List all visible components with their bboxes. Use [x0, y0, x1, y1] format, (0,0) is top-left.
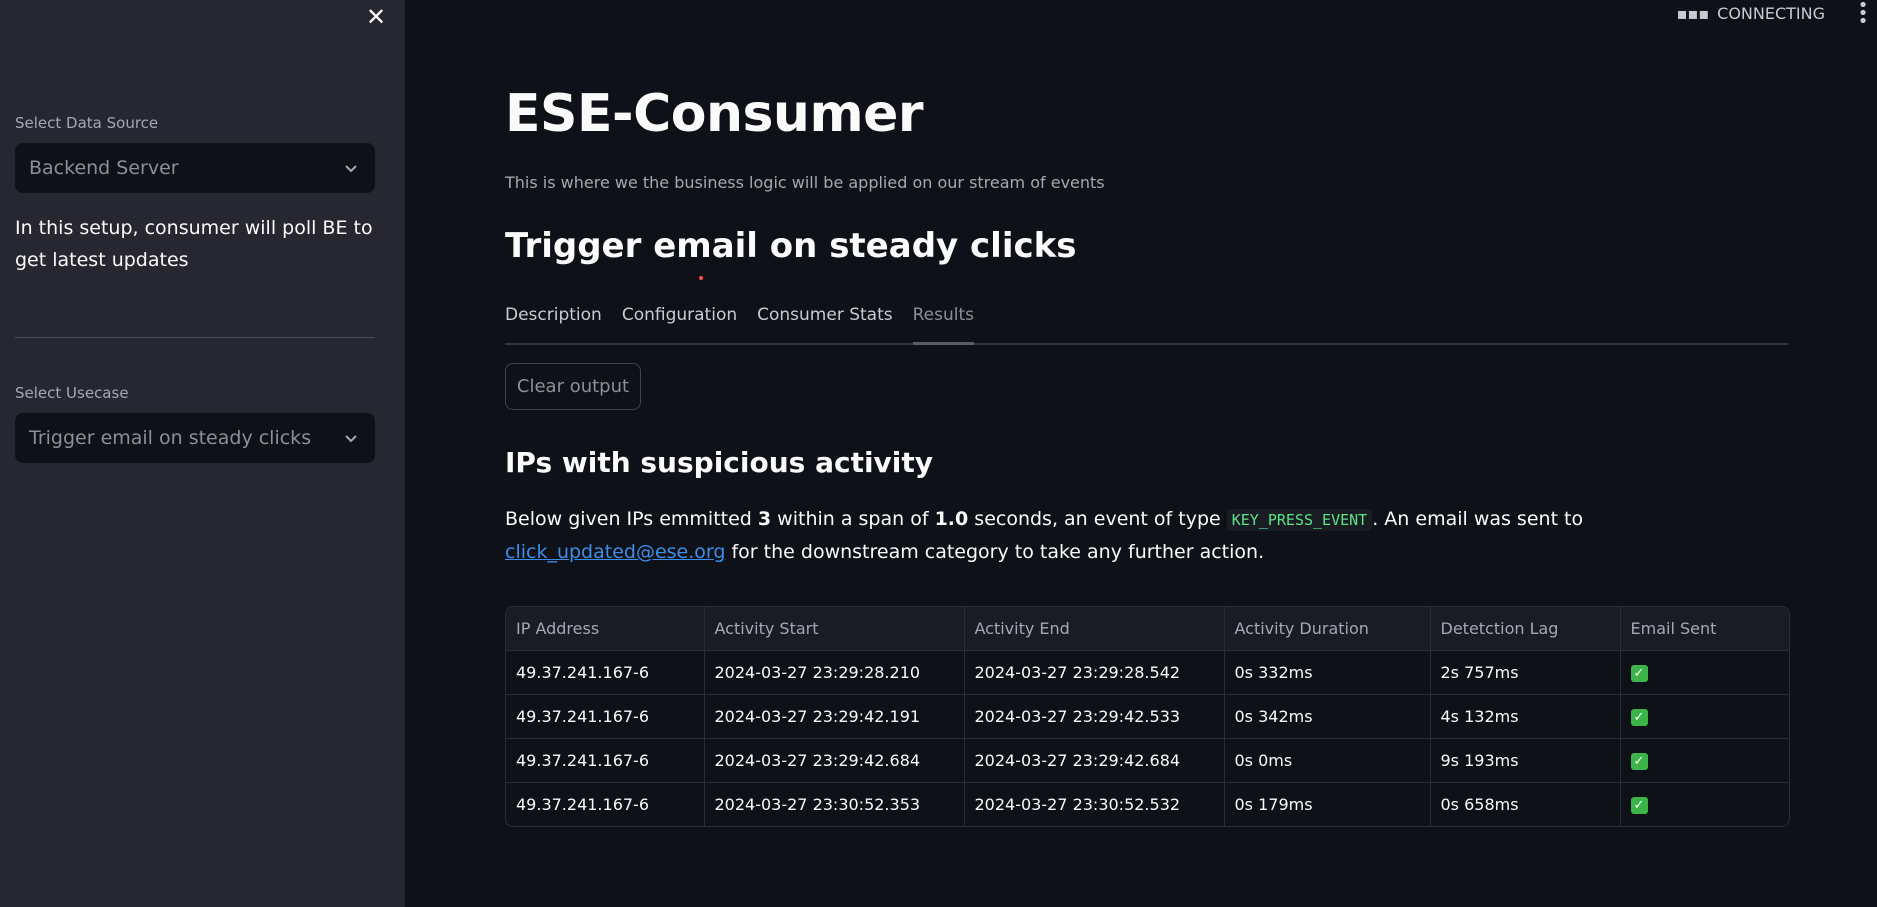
running-dots-icon: ▪▪▪	[1676, 4, 1710, 23]
tab-results[interactable]: Results	[912, 302, 975, 345]
start-cell: 2024-03-27 23:30:52.353	[704, 782, 965, 826]
para-text: within a span of	[771, 508, 935, 530]
duration-cell: 0s 0ms	[1224, 738, 1431, 783]
duration-cell: 0s 342ms	[1224, 694, 1431, 739]
close-icon[interactable]: ✕	[364, 5, 388, 29]
table-row: 49.37.241.167-6 2024-03-27 23:30:52.353 …	[506, 782, 1789, 827]
para-text: seconds, an event of type	[968, 508, 1227, 530]
checkmark-icon: ✓	[1630, 753, 1648, 770]
page-subtitle: This is where we the business logic will…	[505, 173, 1105, 192]
end-cell: 2024-03-27 23:30:52.532	[964, 782, 1225, 826]
end-cell: 2024-03-27 23:29:28.542	[964, 650, 1225, 695]
lag-cell: 4s 132ms	[1430, 694, 1621, 739]
table-row: 49.37.241.167-6 2024-03-27 23:29:42.191 …	[506, 694, 1789, 739]
ip-cell: 49.37.241.167-6	[506, 782, 705, 826]
tab-consumer-stats[interactable]: Consumer Stats	[757, 302, 893, 343]
column-header[interactable]: Activity End	[964, 607, 1225, 651]
email-sent-cell: ✓	[1620, 783, 1789, 827]
checkmark-icon: ✓	[1630, 709, 1648, 726]
lag-cell: 9s 193ms	[1430, 738, 1621, 783]
table-row: 49.37.241.167-6 2024-03-27 23:29:42.684 …	[506, 738, 1789, 783]
end-cell: 2024-03-27 23:29:42.684	[964, 738, 1225, 783]
sidebar-note: In this setup, consumer will poll BE to …	[15, 217, 373, 271]
checkmark-icon: ✓	[1630, 797, 1648, 814]
results-description: Below given IPs emmitted 3 within a span…	[505, 503, 1788, 568]
kebab-menu-icon[interactable]: • • •	[1857, 0, 1869, 31]
red-dot	[699, 276, 703, 280]
start-cell: 2024-03-27 23:29:28.210	[704, 650, 965, 695]
connection-status: ▪▪▪ CONNECTING	[1677, 4, 1825, 23]
usecase-heading: Trigger email on steady clicks	[505, 226, 1077, 266]
data-source-label: Select Data Source	[15, 114, 159, 132]
tab-configuration[interactable]: Configuration	[622, 302, 737, 343]
column-header[interactable]: Detetction Lag	[1430, 607, 1621, 651]
ip-cell: 49.37.241.167-6	[506, 738, 705, 783]
usecase-value: Trigger email on steady clicks	[29, 427, 312, 449]
span-seconds: 1.0	[934, 508, 969, 530]
sidebar: ✕ Select Data Source Backend Server In t…	[0, 0, 405, 907]
usecase-label: Select Usecase	[15, 384, 129, 402]
checkmark-icon: ✓	[1630, 665, 1648, 682]
ip-cell: 49.37.241.167-6	[506, 650, 705, 695]
usecase-select[interactable]: Trigger email on steady clicks	[15, 413, 375, 463]
table-header-row: IP Address Activity Start Activity End A…	[506, 607, 1789, 651]
page-title: ESE-Consumer	[505, 84, 924, 144]
column-header[interactable]: Email Sent	[1620, 607, 1789, 651]
para-text: . An email was sent to	[1372, 508, 1584, 530]
table-row: 49.37.241.167-6 2024-03-27 23:29:28.210 …	[506, 650, 1789, 695]
email-sent-cell: ✓	[1620, 650, 1789, 695]
tab-bar: Description Configuration Consumer Stats…	[505, 302, 1788, 345]
section-heading: IPs with suspicious activity	[505, 446, 934, 479]
duration-cell: 0s 332ms	[1224, 650, 1431, 695]
para-text: for the downstream category to take any …	[725, 541, 1265, 563]
start-cell: 2024-03-27 23:29:42.191	[704, 694, 965, 739]
para-text: Below given IPs emmitted	[505, 508, 758, 530]
email-sent-cell: ✓	[1620, 694, 1789, 739]
column-header[interactable]: IP Address	[506, 607, 705, 651]
duration-cell: 0s 179ms	[1224, 782, 1431, 826]
lag-cell: 0s 658ms	[1430, 782, 1621, 826]
column-header[interactable]: Activity Start	[704, 607, 965, 651]
results-table: IP Address Activity Start Activity End A…	[505, 606, 1790, 827]
email-link[interactable]: click_updated@ese.org	[505, 541, 725, 563]
data-source-value: Backend Server	[29, 157, 179, 179]
event-type-code: KEY_PRESS_EVENT	[1226, 509, 1373, 531]
ip-cell: 49.37.241.167-6	[506, 694, 705, 739]
chevron-down-icon	[345, 165, 357, 173]
sidebar-divider	[15, 337, 375, 338]
tab-description[interactable]: Description	[505, 302, 602, 343]
status-text: CONNECTING	[1717, 4, 1825, 23]
lag-cell: 2s 757ms	[1430, 650, 1621, 695]
event-count: 3	[757, 508, 772, 530]
data-source-select[interactable]: Backend Server	[15, 143, 375, 193]
end-cell: 2024-03-27 23:29:42.533	[964, 694, 1225, 739]
start-cell: 2024-03-27 23:29:42.684	[704, 738, 965, 783]
column-header[interactable]: Activity Duration	[1224, 607, 1431, 651]
email-sent-cell: ✓	[1620, 738, 1789, 783]
chevron-down-icon	[345, 435, 357, 443]
clear-output-button[interactable]: Clear output	[505, 363, 641, 410]
